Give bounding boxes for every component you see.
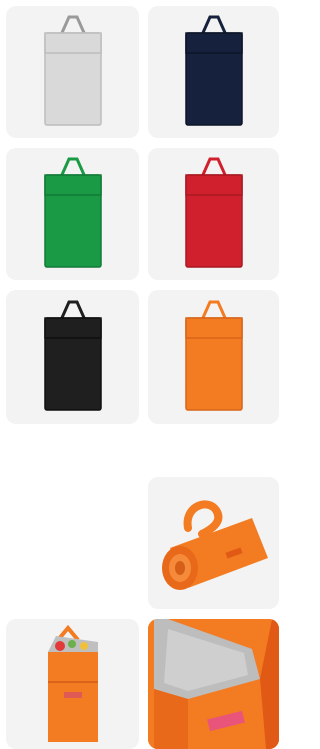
bag-icon <box>43 157 102 268</box>
bag-icon <box>184 15 243 126</box>
bag-thumbnail-black[interactable] <box>6 290 139 424</box>
detail-image-open-bag[interactable] <box>6 619 139 749</box>
bag-thumbnail-red[interactable] <box>148 148 279 280</box>
bag-icon <box>43 15 102 126</box>
bag-thumbnail-orange[interactable] <box>148 290 279 424</box>
bag-thumbnail-navy[interactable] <box>148 6 279 138</box>
bag-icon <box>184 157 243 268</box>
bag-icon <box>184 300 243 411</box>
bag-icon <box>43 300 102 411</box>
detail-image-inner-lining[interactable] <box>148 619 279 749</box>
detail-image-rolled[interactable] <box>148 477 279 609</box>
bag-thumbnail-green[interactable] <box>6 148 139 280</box>
rolled-bag-icon <box>161 500 268 590</box>
bag-thumbnail-grey[interactable] <box>6 6 139 138</box>
open-bag-icon <box>47 624 98 742</box>
lining-closeup-icon <box>148 619 279 749</box>
